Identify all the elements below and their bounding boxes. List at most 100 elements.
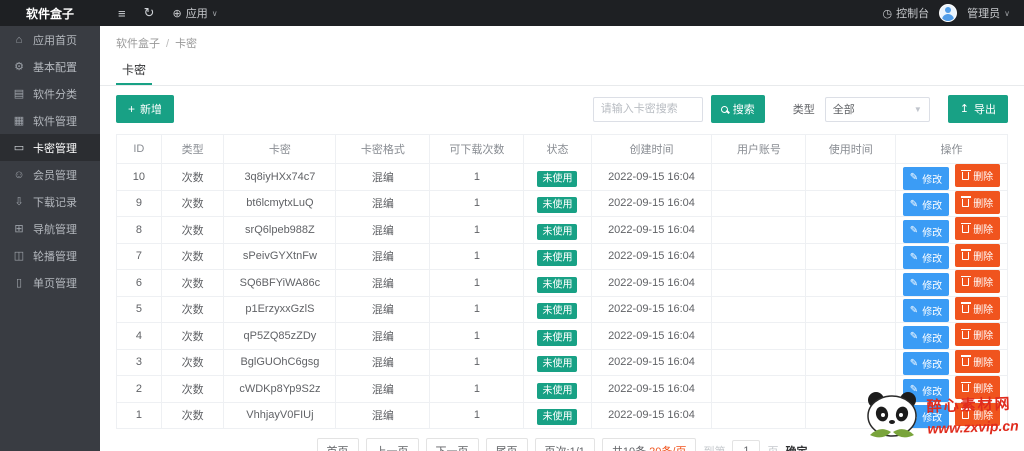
goto-page-input[interactable] [732,440,761,451]
edit-button[interactable]: ✎修改 [902,272,950,296]
user-name: 管理员 [967,8,1001,20]
table-cell [711,216,807,244]
site-watermark: 醉心素材网 www.zxvip.cn [861,389,1019,443]
table-header-row: ID 类型 卡密 卡密格式 可下载次数 状态 创建时间 用户账号 使用时间 操作 [116,134,1008,164]
delete-button[interactable]: 删除 [955,164,1001,187]
goto-confirm-button[interactable]: 确定 [785,443,807,451]
column-header: 操作 [895,134,1008,164]
table-cell: 2022-09-15 16:04 [590,295,713,323]
edit-button[interactable]: ✎修改 [902,299,950,322]
sidebar-item-8[interactable]: ⊞ 导航管理 [0,215,100,242]
status-badge: 未使用 [537,223,578,240]
table-cell: 10 [116,163,162,191]
table-cell: 2022-09-15 16:04 [590,242,713,270]
table-cell [711,189,807,217]
user-menu[interactable]: 管理员 ∨ [967,5,1010,21]
edit-button[interactable]: ✎修改 [902,352,950,375]
edit-button[interactable]: ✎修改 [902,246,950,269]
table-cell: 1 [116,401,162,429]
trash-icon [960,196,971,207]
table-cell: 8 [116,216,162,244]
table-cell: p1ErzyxxGzlS [223,295,337,323]
sidebar-item-4[interactable]: ▦ 软件管理 [0,107,100,134]
delete-button[interactable]: 删除 [955,349,1001,373]
sidebar-item-10[interactable]: ▯ 单页管理 [0,269,100,296]
sidebar-item-1[interactable]: ⌂ 应用首页 [0,26,100,53]
add-button[interactable]: + 新增 [116,95,175,123]
table-cell: qP5ZQ85zZDy [223,322,337,350]
download-icon: ⇩ [14,196,24,208]
sidebar-item-9[interactable]: ◫ 轮播管理 [0,242,100,269]
sidebar-item-7[interactable]: ⇩ 下载记录 [0,188,100,215]
goto-suffix-label: 页 [767,443,778,451]
table-cell: 次数 [160,348,225,376]
sidebar-item-2[interactable]: ⚙ 基本配置 [0,53,100,80]
delete-button[interactable]: 删除 [955,296,1001,320]
delete-button[interactable]: 删除 [955,243,1001,267]
status-badge: 未使用 [537,276,578,293]
edit-button[interactable]: ✎修改 [902,193,950,216]
sidebar-item-6[interactable]: ☺ 会员管理 [0,161,100,188]
avatar[interactable] [939,4,958,22]
column-header: 状态 [523,134,592,164]
table-cell-status: 未使用 [523,375,592,403]
delete-button[interactable]: 删除 [955,217,1001,240]
refresh-icon[interactable]: ↻ [144,5,155,21]
edit-button[interactable]: ✎修改 [902,325,950,349]
table-cell-status: 未使用 [523,242,592,270]
delete-button[interactable]: 删除 [955,190,1001,214]
prev-page-button[interactable]: 上一页 [365,438,419,451]
table-cell [805,348,896,376]
table-cell-actions: ✎修改删除 [895,269,1008,297]
last-page-button[interactable]: 尾页 [485,438,528,451]
sidebar-item-3[interactable]: ▤ 软件分类 [0,80,100,107]
sidebar-item-label: 单页管理 [33,277,77,290]
table-cell: 混编 [335,189,431,217]
table-cell: 2022-09-15 16:04 [590,216,713,244]
sidebar-item-label: 基本配置 [33,61,77,74]
table-cell: 次数 [160,189,225,217]
first-page-button[interactable]: 首页 [316,438,359,451]
table-cell-actions: ✎修改删除 [895,216,1008,244]
table-cell-status: 未使用 [523,189,592,217]
type-label: 类型 [792,104,815,116]
table-cell: 1 [429,401,525,429]
table-cell: 1 [429,348,525,376]
console-link[interactable]: ◷ 控制台 [883,5,930,21]
home-icon: ⌂ [15,33,23,46]
column-header: 创建时间 [590,134,713,164]
type-select[interactable]: 全部 ▼ [824,96,930,122]
table-cell [711,348,807,376]
search-button[interactable]: 搜索 [710,95,765,123]
next-page-button[interactable]: 下一页 [425,438,479,451]
edit-button[interactable]: ✎修改 [902,219,950,243]
column-header: 使用时间 [805,134,896,164]
delete-button[interactable]: 删除 [955,270,1001,293]
column-header: 用户账号 [711,134,807,164]
hamburger-menu-icon[interactable]: ≡ [118,6,126,21]
app-menu[interactable]: ⊕ 应用 ∨ [173,5,218,21]
delete-button[interactable]: 删除 [955,323,1001,346]
table-cell: 2022-09-15 16:04 [590,322,713,350]
watermark-url: www.zxvip.cn [926,417,1019,437]
table-cell: 次数 [160,269,225,297]
table-cell [805,189,896,217]
table-cell: 1 [429,322,525,350]
search-input[interactable] [592,96,703,122]
sidebar-item-5[interactable]: ▭ 卡密管理 [0,134,100,161]
table-row: 7 次数 sPeivGYXtnFw 混编 1 未使用 2022-09-15 16:04 ✎ 修改… [116,242,1008,270]
chevron-down-icon: ∨ [1004,8,1010,18]
sidebar-item-label: 会员管理 [33,169,77,182]
export-button[interactable]: ↥ 导出 [947,95,1008,123]
table-cell: 次数 [160,295,225,323]
table-cell: 1 [429,189,525,217]
breadcrumb-root[interactable]: 软件盒子 [116,38,160,50]
edit-button[interactable]: ✎修改 [902,166,950,190]
topbar: 软件盒子 ≡ ↻ ⊕ 应用 ∨ ◷ 控制台 管理员 ∨ [0,0,1024,26]
breadcrumb: 软件盒子 / 卡密 [100,26,1024,55]
table-cell: 1 [429,295,525,323]
table-cell [711,242,807,270]
table-cell [805,216,896,244]
tab-card-key[interactable]: 卡密 [116,55,153,85]
table-cell [711,322,807,350]
